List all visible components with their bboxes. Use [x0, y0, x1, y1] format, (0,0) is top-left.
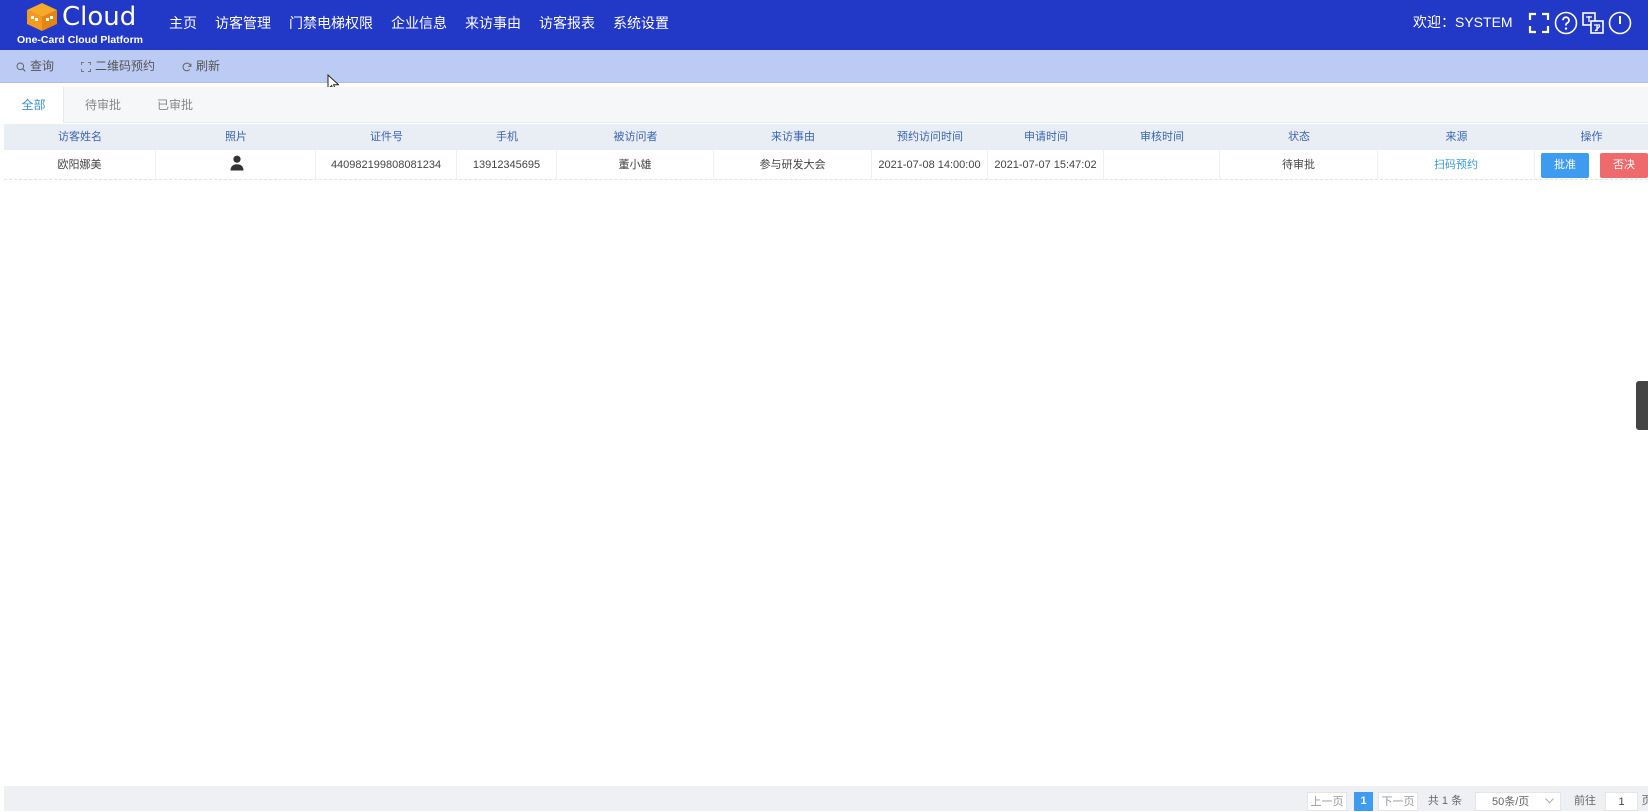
qrcode-icon	[81, 61, 91, 72]
refresh-icon	[182, 62, 192, 71]
nav-item-home[interactable]: 主页	[160, 0, 206, 46]
cell-status: 待审批	[1220, 150, 1378, 180]
next-page-button[interactable]: 下一页	[1378, 792, 1418, 811]
column-header-review-time: 审核时间	[1140, 131, 1184, 143]
goto-suffix: 页	[1641, 795, 1648, 807]
column-header-appointment-time: 预约访问时间	[897, 131, 963, 143]
query-label: 查询	[30, 59, 55, 73]
language-icon[interactable]	[1581, 11, 1605, 35]
cell-actions: 批准 否决	[1535, 150, 1648, 180]
status-tabs: 全部 待审批 已审批	[4, 87, 1648, 123]
query-button[interactable]: 查询	[16, 50, 54, 83]
cell-visit-reason: 参与研发大会	[714, 150, 872, 180]
logo[interactable]: Cloud One-Card Cloud Platform	[14, 0, 154, 50]
nav-item-visitor-management[interactable]: 访客管理	[206, 0, 280, 46]
column-header-phone: 手机	[496, 131, 518, 143]
goto-label: 前往	[1574, 795, 1596, 807]
column-header-visitor-name: 访客姓名	[58, 131, 102, 143]
reject-button[interactable]: 否决	[1600, 153, 1648, 178]
goto-page-input[interactable]: 1	[1605, 792, 1638, 811]
nav-item-access-permissions[interactable]: 门禁电梯权限	[280, 0, 382, 46]
column-header-source: 来源	[1445, 131, 1468, 143]
cell-phone: 13912345695	[457, 150, 557, 180]
column-header-status: 状态	[1288, 131, 1310, 143]
toolbar: 查询 二维码预约 刷新	[0, 50, 1648, 92]
search-icon	[16, 62, 26, 72]
nav-item-visit-reasons[interactable]: 来访事由	[456, 0, 530, 46]
refresh-button[interactable]: 刷新	[182, 50, 220, 83]
top-header: Cloud One-Card Cloud Platform 主页 访客管理 门禁…	[0, 0, 1648, 50]
column-header-host: 被访问者	[613, 131, 658, 143]
qrcode-label: 二维码预约	[95, 59, 156, 73]
total-count: 共 1 条	[1427, 795, 1463, 807]
cell-id-number: 440982199808081234	[316, 150, 457, 180]
column-header-visit-reason: 来访事由	[771, 131, 815, 143]
approve-button[interactable]: 批准	[1541, 153, 1589, 178]
table-header: 访客姓名 照片 证件号 手机 被访问者 来访事由 预约访问时间 申请时间 审核时…	[4, 124, 1648, 150]
qrcode-booking-button[interactable]: 二维码预约	[81, 50, 155, 83]
page-size-select[interactable]: 50条/页	[1475, 792, 1561, 811]
chevron-down-icon	[1545, 798, 1554, 804]
nav-item-company-info[interactable]: 企业信息	[382, 0, 456, 46]
cell-source: 扫码预约	[1378, 150, 1535, 180]
user-icon[interactable]	[230, 155, 244, 171]
column-header-id-number: 证件号	[370, 131, 403, 143]
help-icon[interactable]	[1554, 11, 1578, 35]
tab-all[interactable]: 全部	[4, 87, 64, 123]
prev-page-button[interactable]: 上一页	[1307, 792, 1347, 811]
column-header-apply-time: 申请时间	[1024, 131, 1068, 143]
table-row: 欧阳娜美 440982199808081234 13912345695 董小雄 …	[4, 150, 1648, 180]
tab-approved[interactable]: 已审批	[142, 87, 208, 123]
welcome-text: 欢迎：SYSTEM	[1413, 14, 1513, 30]
cell-visitor-name: 欧阳娜美	[4, 150, 156, 180]
cell-review-time	[1104, 150, 1220, 180]
page-size-value: 50条/页	[1492, 796, 1530, 808]
cell-apply-time: 2021-07-07 15:47:02	[988, 150, 1104, 180]
column-header-actions: 操作	[1580, 131, 1603, 143]
nav-item-visitor-reports[interactable]: 访客报表	[530, 0, 604, 46]
cell-appointment-time: 2021-07-08 14:00:00	[872, 150, 988, 180]
main-nav: 主页 访客管理 门禁电梯权限 企业信息 来访事由 访客报表 系统设置	[160, 0, 678, 46]
pagination-bar: 上一页 1 下一页 共 1 条 50条/页 前往 1 页	[4, 786, 1648, 811]
logo-subtitle: One-Card Cloud Platform	[17, 34, 144, 46]
logo-word: Cloud	[62, 2, 137, 32]
side-panel-handle[interactable]	[1636, 381, 1648, 430]
fullscreen-icon[interactable]	[1527, 11, 1551, 35]
column-header-photo: 照片	[225, 131, 247, 143]
logo-cube-icon	[27, 3, 57, 31]
tab-pending[interactable]: 待审批	[70, 87, 136, 123]
cell-photo	[156, 150, 316, 180]
power-icon[interactable]	[1608, 11, 1632, 35]
source-link[interactable]: 扫码预约	[1434, 159, 1478, 171]
nav-item-system-settings[interactable]: 系统设置	[604, 0, 678, 46]
refresh-label: 刷新	[196, 59, 221, 73]
cell-host: 董小雄	[557, 150, 714, 180]
page-number-current[interactable]: 1	[1354, 792, 1373, 811]
